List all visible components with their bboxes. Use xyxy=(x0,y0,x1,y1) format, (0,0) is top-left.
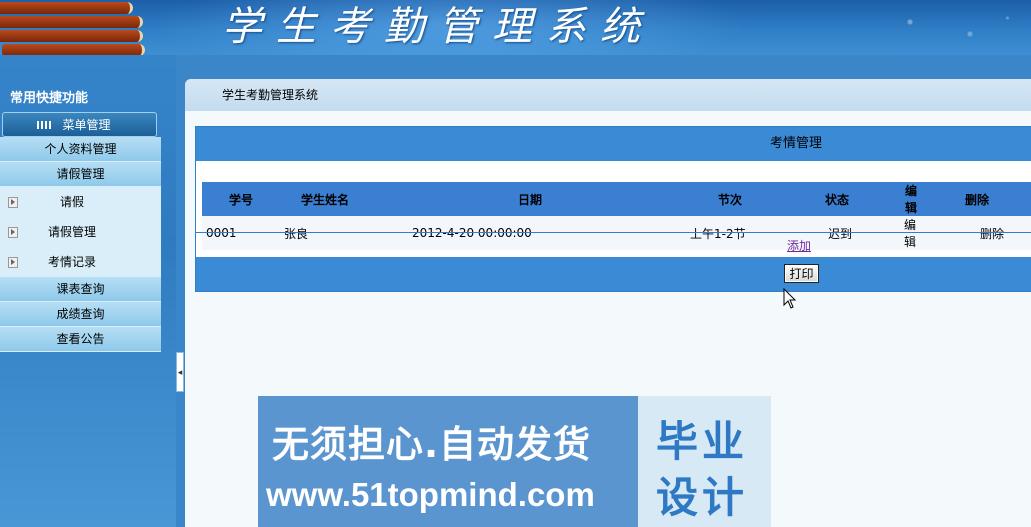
col-header: 状态 xyxy=(770,182,904,216)
header-banner: 学生考勤管理系统 xyxy=(0,0,1031,55)
watermark-word-2: 设计 xyxy=(656,473,749,522)
sidebar-item-grades[interactable]: 成绩查询 xyxy=(0,302,161,327)
sidebar-subitem-label: 请假管理 xyxy=(48,225,97,239)
col-header: 学号 xyxy=(202,182,280,216)
panel-footer: 打印 xyxy=(196,257,1031,291)
col-header: 日期 xyxy=(370,182,690,216)
menu-head-label: 菜单管理 xyxy=(62,118,111,132)
panel-title: 考情管理 xyxy=(196,127,1031,161)
sidebar-subitem-leave-management[interactable]: 请假管理 xyxy=(0,217,161,247)
sidebar-item-leave-management[interactable]: 请假管理 xyxy=(0,162,161,187)
sidebar-item-schedule[interactable]: 课表查询 xyxy=(0,277,161,302)
table-header-row: 学号 学生姓名 日期 节次 状态 编辑 删除 xyxy=(202,182,1031,216)
sidebar-subitem-attendance-record[interactable]: 考情记录 xyxy=(0,247,161,277)
expand-arrow-icon xyxy=(8,257,18,268)
sidebar-title: 常用快捷功能 xyxy=(10,91,89,106)
breadcrumb: 学生考勤管理系统 xyxy=(185,79,1031,111)
add-row: 添加 xyxy=(196,232,1031,259)
expand-arrow-icon xyxy=(8,197,18,208)
col-header: 编辑 xyxy=(904,182,918,216)
sidebar: 常用快捷功能 菜单管理 个人资料管理 请假管理 请假 请假管理 考情记录 课表查… xyxy=(0,55,176,527)
sidebar-subitem-label: 请假 xyxy=(60,195,85,209)
sidebar-subitem-label: 考情记录 xyxy=(48,255,97,269)
col-header: 删除 xyxy=(918,182,1031,216)
watermark-slogan: 无须担心.自动发货 xyxy=(272,423,592,466)
watermark-banner: 无须担心.自动发货 www.51topmind.com 毕业 设计 xyxy=(258,396,771,527)
sidebar-item-announcements[interactable]: 查看公告 xyxy=(0,327,161,352)
watermark-url: www.51topmind.com xyxy=(266,476,595,513)
banner-decoration xyxy=(880,10,1030,50)
sidebar-subitem-leave[interactable]: 请假 xyxy=(0,187,161,217)
expand-arrow-icon xyxy=(8,227,18,238)
mouse-cursor-icon xyxy=(783,288,797,309)
menu-management-header[interactable]: 菜单管理 xyxy=(2,112,157,137)
sidebar-item-profile[interactable]: 个人资料管理 xyxy=(0,137,161,162)
print-button[interactable]: 打印 xyxy=(784,264,819,283)
col-header: 节次 xyxy=(690,182,770,216)
add-link[interactable]: 添加 xyxy=(787,239,811,253)
grid-icon xyxy=(37,121,51,129)
attendance-panel: 考情管理 学号 学生姓名 日期 节次 状态 编辑 删除 0001 张良 2012… xyxy=(195,126,1031,292)
sidebar-collapse-handle[interactable]: ◂ xyxy=(176,352,184,392)
books-logo xyxy=(0,0,150,55)
panel-title-text: 考情管理 xyxy=(770,136,823,151)
banner-title: 学生考勤管理系统 xyxy=(222,4,654,50)
watermark-right: 毕业 设计 xyxy=(638,396,771,527)
watermark-word-1: 毕业 xyxy=(656,417,749,466)
sidebar-menu: 菜单管理 个人资料管理 请假管理 请假 请假管理 考情记录 课表查询 成绩查询 … xyxy=(0,112,161,352)
watermark-left: 无须担心.自动发货 www.51topmind.com xyxy=(258,396,636,527)
col-header: 学生姓名 xyxy=(280,182,370,216)
